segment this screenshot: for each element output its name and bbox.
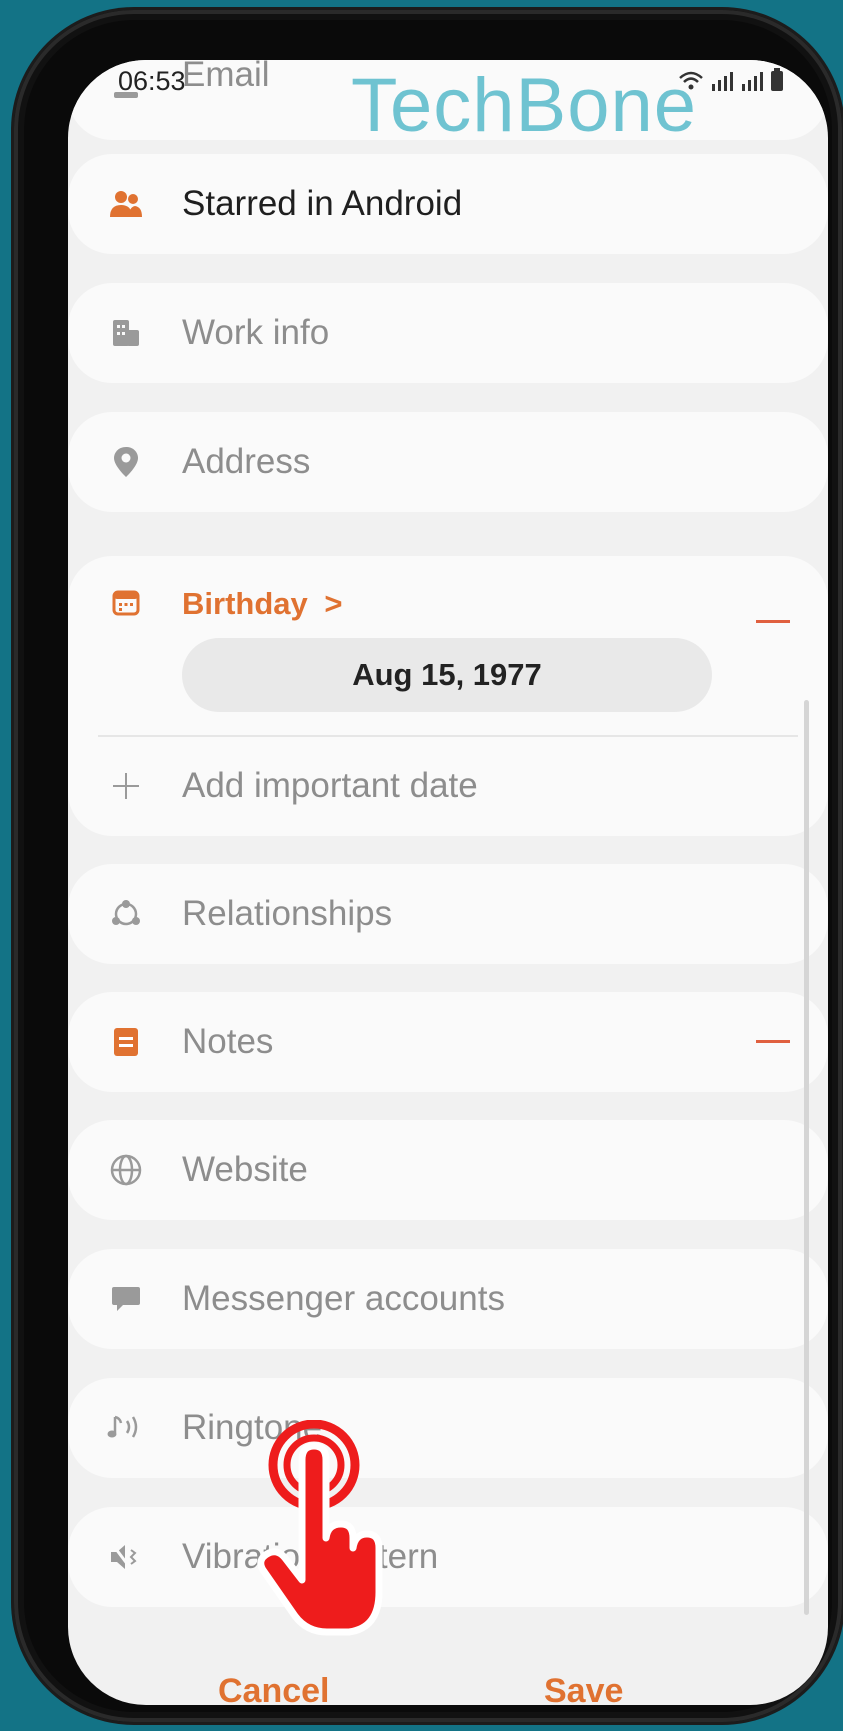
screen: 06:53 TechBone Email Starred in Android … xyxy=(68,60,828,1705)
website-card[interactable]: Website xyxy=(68,1120,828,1220)
row-address[interactable]: Address xyxy=(68,412,828,512)
signal-icon-2 xyxy=(742,72,763,91)
birthday-label: Birthday xyxy=(182,586,308,621)
work-info-card[interactable]: Work info xyxy=(68,283,828,383)
row-website[interactable]: Website xyxy=(68,1120,828,1220)
row-website-label: Website xyxy=(182,1150,308,1189)
vibration-icon xyxy=(106,1507,146,1607)
calendar-icon xyxy=(106,588,146,622)
row-relationships[interactable]: Relationships xyxy=(68,864,828,964)
row-add-date[interactable]: Add important date xyxy=(68,736,828,836)
row-add-date-label: Add important date xyxy=(182,766,478,805)
location-pin-icon xyxy=(106,412,146,512)
row-vibration[interactable]: Vibration pattern xyxy=(68,1507,828,1607)
chevron-right-icon: > xyxy=(324,586,343,621)
status-time: 06:53 xyxy=(118,66,186,96)
row-notes-label: Notes xyxy=(182,1022,274,1061)
note-icon xyxy=(106,992,146,1092)
remove-birthday-button[interactable] xyxy=(756,620,790,623)
battery-icon xyxy=(771,68,783,91)
row-ringtone[interactable]: Ringtone xyxy=(68,1378,828,1478)
globe-icon xyxy=(106,1120,146,1220)
ringtone-icon xyxy=(106,1378,146,1478)
watermark-logo: TechBone xyxy=(351,63,698,148)
ringtone-card[interactable]: Ringtone xyxy=(68,1378,828,1478)
address-card[interactable]: Address xyxy=(68,412,828,512)
row-notes[interactable]: Notes xyxy=(68,992,828,1092)
messenger-card[interactable]: Messenger accounts xyxy=(68,1249,828,1349)
row-messenger[interactable]: Messenger accounts xyxy=(68,1249,828,1349)
row-work-info[interactable]: Work info xyxy=(68,283,828,383)
chat-bubble-icon xyxy=(106,1249,146,1349)
phone-frame: 06:53 TechBone Email Starred in Android … xyxy=(14,10,842,1722)
row-starred-label: Starred in Android xyxy=(182,184,463,223)
starred-card[interactable]: Starred in Android xyxy=(68,154,828,254)
row-address-label: Address xyxy=(182,442,311,481)
scrollbar[interactable] xyxy=(804,700,809,1615)
plus-icon xyxy=(106,736,146,836)
save-button[interactable]: Save xyxy=(544,1672,623,1705)
cancel-button[interactable]: Cancel xyxy=(218,1672,330,1705)
relationships-card[interactable]: Relationships xyxy=(68,864,828,964)
building-icon xyxy=(106,283,146,383)
row-messenger-label: Messenger accounts xyxy=(182,1279,505,1318)
row-work-info-label: Work info xyxy=(182,313,330,352)
birthday-date-field[interactable]: Aug 15, 1977 xyxy=(182,638,712,712)
remove-notes-button[interactable] xyxy=(756,1040,790,1043)
notes-card: Notes xyxy=(68,992,828,1092)
people-icon xyxy=(106,154,146,254)
row-relationships-label: Relationships xyxy=(182,894,393,933)
dates-card: Birthday > Aug 15, 1977 Add important da… xyxy=(68,556,828,836)
signal-icon xyxy=(712,72,733,91)
relationship-icon xyxy=(106,864,146,964)
birthday-type-selector[interactable]: Birthday > xyxy=(182,586,342,622)
bottom-action-bar: Cancel Save xyxy=(68,1615,828,1705)
row-starred[interactable]: Starred in Android xyxy=(68,154,828,254)
tap-hand-icon xyxy=(255,1419,395,1645)
vibration-card[interactable]: Vibration pattern xyxy=(68,1507,828,1607)
